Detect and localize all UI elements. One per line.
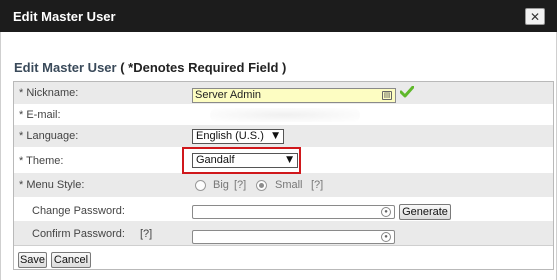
nickname-field[interactable]: Server Admin ▤: [192, 88, 396, 103]
row-language: * Language: English (U.S.) ▼: [14, 125, 553, 147]
row-actions: Save Cancel: [14, 245, 553, 270]
radio-big-label: Big: [213, 179, 229, 191]
dialog-title: Edit Master User: [13, 9, 116, 24]
small-help-link[interactable]: [?]: [311, 179, 323, 191]
confirm-help-link[interactable]: [?]: [140, 228, 152, 240]
confirm-password-input[interactable]: ●: [192, 230, 395, 244]
dialog-titlebar: Edit Master User ✕: [0, 0, 557, 32]
language-label: * Language:: [19, 130, 79, 142]
section-heading: Edit Master User ( *Denotes Required Fie…: [14, 60, 286, 75]
radio-small[interactable]: [256, 180, 267, 191]
email-value-redacted: [210, 108, 360, 122]
check-icon: [400, 86, 414, 98]
row-change-password: Change Password: ● Generate: [14, 197, 553, 221]
nickname-label: * Nickname:: [19, 87, 79, 99]
radio-small-label: Small: [275, 179, 303, 191]
change-password-label: Change Password:: [32, 205, 125, 217]
close-icon[interactable]: ✕: [525, 8, 545, 25]
menu-style-label: * Menu Style:: [19, 179, 85, 191]
required-note: ( *Denotes Required Field ): [120, 60, 287, 75]
theme-label: * Theme:: [19, 155, 64, 167]
row-nickname: * Nickname: Server Admin ▤: [14, 82, 553, 104]
nickname-value: Server Admin: [195, 89, 262, 101]
section-title: Edit Master User: [14, 60, 117, 75]
field-icon[interactable]: ▤: [382, 91, 392, 100]
theme-highlight-box: [182, 147, 301, 174]
row-menu-style: * Menu Style: Big [?] Small [?]: [14, 173, 553, 197]
change-password-input[interactable]: ●: [192, 205, 395, 219]
confirm-password-label: Confirm Password:: [32, 228, 125, 240]
radio-big[interactable]: [195, 180, 206, 191]
language-select[interactable]: English (U.S.) ▼: [192, 129, 284, 144]
cancel-button[interactable]: Cancel: [51, 252, 91, 268]
save-button[interactable]: Save: [18, 252, 47, 268]
language-value: English (U.S.): [196, 130, 264, 142]
chevron-down-icon: ▼: [272, 131, 279, 141]
email-label: * E-mail:: [19, 109, 61, 121]
big-help-link[interactable]: [?]: [234, 179, 246, 191]
generate-button[interactable]: Generate: [399, 204, 451, 220]
row-confirm-password: Confirm Password: [?] ●: [14, 221, 553, 245]
key-icon: ●: [381, 207, 391, 217]
key-icon: ●: [381, 232, 391, 242]
